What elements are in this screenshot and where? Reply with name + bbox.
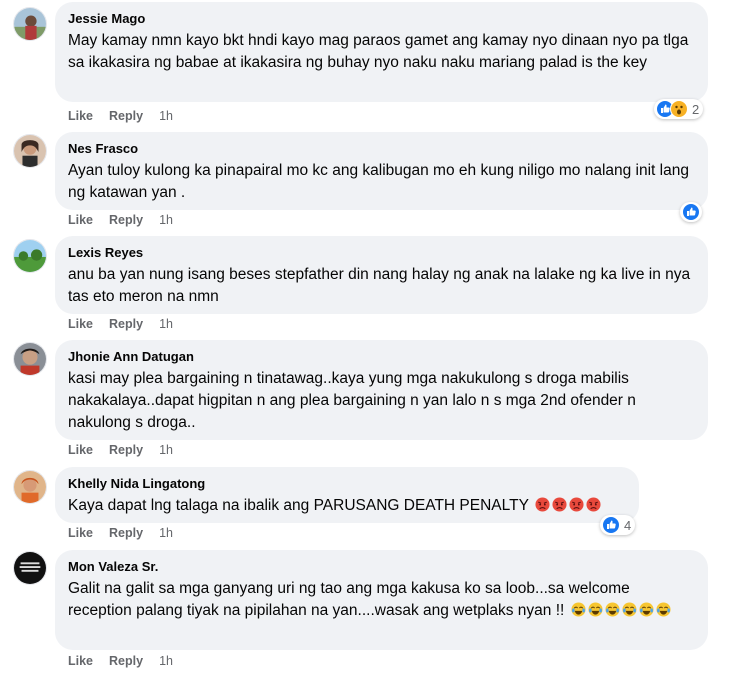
like-icon bbox=[602, 516, 620, 534]
avatar[interactable] bbox=[13, 239, 47, 273]
like-button[interactable]: Like bbox=[68, 109, 93, 123]
reply-button[interactable]: Reply bbox=[109, 443, 143, 457]
like-button[interactable]: Like bbox=[68, 654, 93, 668]
reaction-count: 4 bbox=[624, 517, 632, 533]
comment-actions: Like Reply 1h bbox=[68, 317, 173, 331]
like-button[interactable]: Like bbox=[68, 443, 93, 457]
wow-icon bbox=[670, 100, 688, 118]
avatar[interactable] bbox=[13, 134, 47, 168]
timestamp[interactable]: 1h bbox=[159, 443, 173, 457]
comment-bubble: Nes Frasco Ayan tuloy kulong ka pinapair… bbox=[55, 132, 708, 210]
comment-text: Ayan tuloy kulong ka pinapairal mo kc an… bbox=[68, 162, 689, 201]
reaction-summary[interactable]: 2 bbox=[654, 99, 704, 119]
tears-of-joy-emoji bbox=[622, 602, 637, 617]
angry-emoji bbox=[535, 497, 550, 512]
angry-emoji bbox=[569, 497, 584, 512]
comment-text: Kaya dapat lng talaga na ibalik ang PARU… bbox=[68, 495, 627, 517]
comment-bubble: Mon Valeza Sr. Galit na galit sa mga gan… bbox=[55, 550, 708, 650]
commenter-name[interactable]: Mon Valeza Sr. bbox=[68, 558, 696, 575]
tears-of-joy-emoji bbox=[571, 602, 586, 617]
reply-button[interactable]: Reply bbox=[109, 654, 143, 668]
comment-actions: Like Reply 1h bbox=[68, 213, 173, 227]
tears-of-joy-emoji bbox=[639, 602, 654, 617]
commenter-name[interactable]: Nes Frasco bbox=[68, 140, 696, 157]
comment-bubble: Khelly Nida Lingatong Kaya dapat lng tal… bbox=[55, 467, 639, 523]
reply-button[interactable]: Reply bbox=[109, 109, 143, 123]
avatar[interactable] bbox=[13, 342, 47, 376]
timestamp[interactable]: 1h bbox=[159, 526, 173, 540]
comment-actions: Like Reply 1h bbox=[68, 443, 173, 457]
comment-bubble: Jhonie Ann Datugan kasi may plea bargain… bbox=[55, 340, 708, 440]
timestamp[interactable]: 1h bbox=[159, 213, 173, 227]
avatar[interactable] bbox=[13, 7, 47, 41]
avatar[interactable] bbox=[13, 551, 47, 585]
commenter-name[interactable]: Khelly Nida Lingatong bbox=[68, 475, 627, 492]
timestamp[interactable]: 1h bbox=[159, 654, 173, 668]
comment-bubble: Lexis Reyes anu ba yan nung isang beses … bbox=[55, 236, 708, 314]
reaction-summary[interactable]: 4 bbox=[600, 515, 636, 535]
comment-actions: Like Reply 1h bbox=[68, 109, 173, 123]
comment-text: anu ba yan nung isang beses stepfather d… bbox=[68, 266, 691, 305]
comment-text: May kamay nmn kayo bkt hndi kayo mag par… bbox=[68, 32, 689, 71]
comment-text: kasi may plea bargaining n tinatawag..ka… bbox=[68, 370, 636, 431]
commenter-name[interactable]: Lexis Reyes bbox=[68, 244, 696, 261]
like-button[interactable]: Like bbox=[68, 213, 93, 227]
comment-text: Galit na galit sa mga ganyang uri ng tao… bbox=[68, 578, 696, 622]
comment-bubble: Jessie Mago May kamay nmn kayo bkt hndi … bbox=[55, 2, 708, 102]
comment-actions: Like Reply 1h bbox=[68, 654, 173, 668]
comment-text-body: Galit na galit sa mga ganyang uri ng tao… bbox=[68, 580, 630, 619]
tears-of-joy-emoji bbox=[605, 602, 620, 617]
comment-text-body: Kaya dapat lng talaga na ibalik ang PARU… bbox=[68, 497, 529, 514]
tears-of-joy-emoji bbox=[656, 602, 671, 617]
avatar[interactable] bbox=[13, 470, 47, 504]
angry-emoji bbox=[552, 497, 567, 512]
tears-of-joy-emoji bbox=[588, 602, 603, 617]
commenter-name[interactable]: Jhonie Ann Datugan bbox=[68, 348, 696, 365]
like-button[interactable]: Like bbox=[68, 526, 93, 540]
like-icon bbox=[682, 203, 700, 221]
reply-button[interactable]: Reply bbox=[109, 317, 143, 331]
comment-actions: Like Reply 1h bbox=[68, 526, 173, 540]
reply-button[interactable]: Reply bbox=[109, 213, 143, 227]
commenter-name[interactable]: Jessie Mago bbox=[68, 10, 696, 27]
timestamp[interactable]: 1h bbox=[159, 109, 173, 123]
reaction-summary[interactable] bbox=[680, 202, 702, 222]
reply-button[interactable]: Reply bbox=[109, 526, 143, 540]
timestamp[interactable]: 1h bbox=[159, 317, 173, 331]
like-button[interactable]: Like bbox=[68, 317, 93, 331]
angry-emoji bbox=[586, 497, 601, 512]
reaction-count: 2 bbox=[692, 101, 700, 117]
